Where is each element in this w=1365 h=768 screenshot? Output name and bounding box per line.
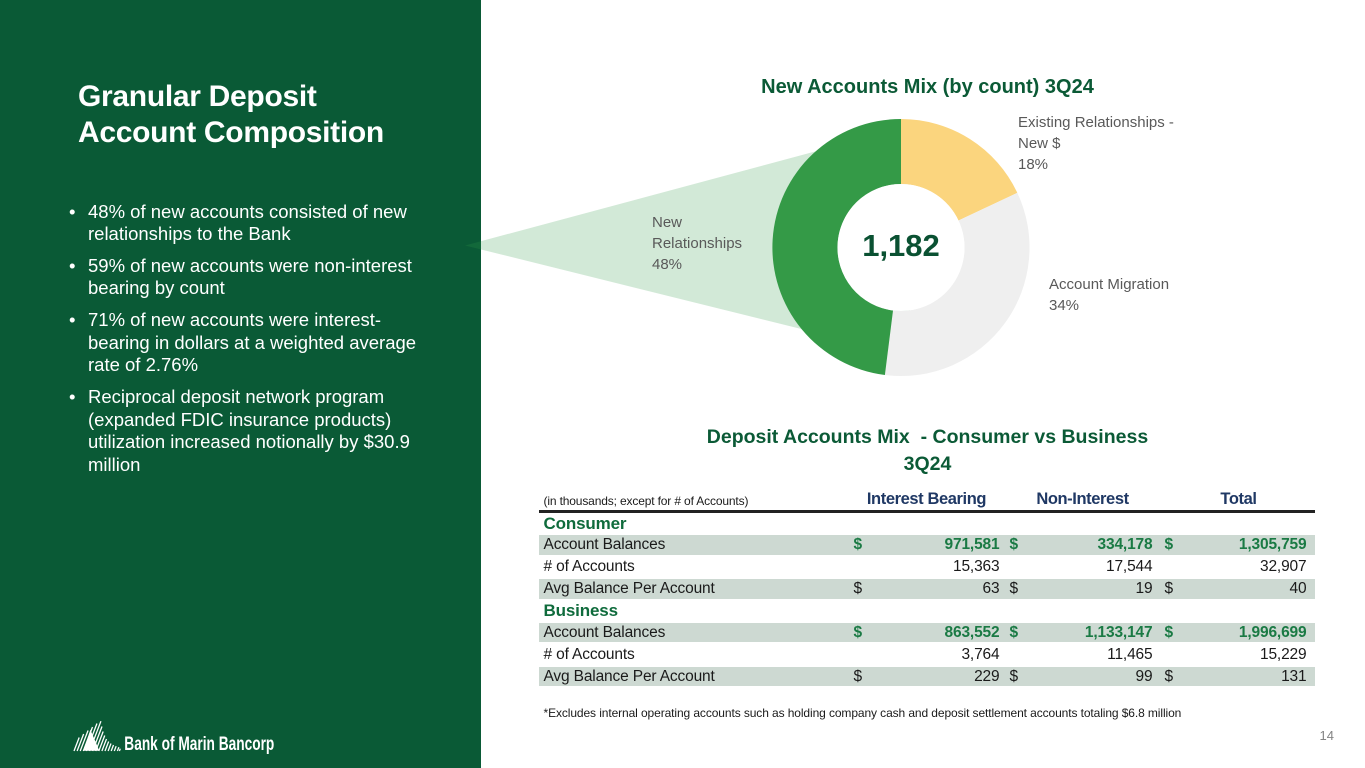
svg-text:Bank of Marin Bancorp: Bank of Marin Bancorp <box>124 733 274 754</box>
